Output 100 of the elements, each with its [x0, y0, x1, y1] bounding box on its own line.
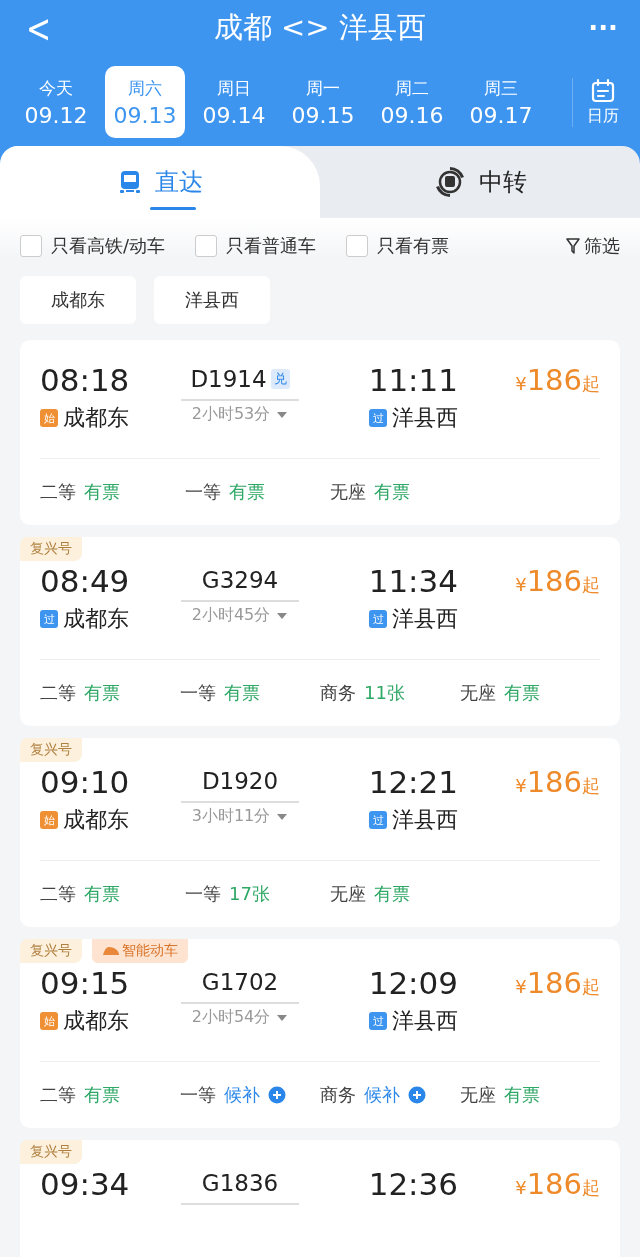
train-card[interactable]: 复兴号 08:49 过 成都东 G3294 2小时45分 11:34 过 洋县西 ¥186起 二等 有票 一等 有票 商务 11张 无座 有票 — [20, 537, 620, 726]
train-number: G3294 — [201, 567, 279, 593]
station-badge: 过 — [369, 610, 387, 628]
route-title: 成都 <> 洋县西 — [213, 9, 426, 46]
arrival-time: 11:34 — [368, 562, 458, 601]
train-icon — [117, 169, 143, 195]
train-tag: 复兴号 — [20, 939, 82, 963]
train-number: D1920 — [201, 768, 279, 794]
seat-status: 11张 — [364, 681, 405, 705]
checkbox[interactable] — [195, 235, 218, 257]
departure-station: 成都东 — [63, 605, 129, 633]
filter-label: 只看普通车 — [226, 234, 317, 258]
seat-status: 有票 — [84, 1083, 120, 1107]
seat-class: 无座 — [330, 480, 366, 504]
train-card[interactable]: 复兴号 智能动车 09:15 始 成都东 G1702 2小时54分 12:09 过 洋县西 ¥186起 二等 有票 一等 候补 商务 候补 无座 有票 — [20, 939, 620, 1128]
seat-class: 二等 — [40, 480, 76, 504]
seat-status: 有票 — [374, 480, 410, 504]
filter-label: 只看有票 — [377, 234, 450, 258]
station-badge: 过 — [369, 409, 387, 427]
arrival-time: 12:09 — [368, 964, 458, 1003]
station-badge: 过 — [369, 811, 387, 829]
caret-icon — [276, 410, 289, 419]
date-tab[interactable]: 周六 09.13 — [105, 66, 185, 138]
station-badge: 始 — [40, 811, 58, 829]
seat-status: 候补 — [364, 1083, 400, 1107]
date-tab[interactable]: 周三 09.17 — [461, 66, 541, 138]
route-tab[interactable]: 直达 — [0, 146, 320, 218]
train-tag: 复兴号 — [20, 1140, 82, 1164]
checkbox[interactable] — [346, 235, 369, 257]
filter-button[interactable]: 筛选 — [566, 234, 620, 258]
price: ¥186起 — [515, 563, 600, 600]
train-icon — [102, 946, 120, 956]
plus-icon[interactable] — [408, 1086, 426, 1104]
station-badge: 始 — [40, 1012, 58, 1030]
seat-status: 有票 — [84, 480, 120, 504]
seat-status: 有票 — [504, 681, 540, 705]
arrival-station: 洋县西 — [392, 404, 458, 432]
date-tab[interactable]: 周一 09.15 — [283, 66, 363, 138]
departure-time: 09:34 — [40, 1165, 131, 1204]
plus-icon[interactable] — [268, 1086, 286, 1104]
duration: 2小时54分 — [191, 1007, 271, 1028]
seat-status: 有票 — [374, 882, 410, 906]
seat-class: 无座 — [330, 882, 366, 906]
seat-status: 有票 — [84, 882, 120, 906]
calendar-icon — [589, 77, 616, 104]
calendar-button[interactable]: 日历 — [572, 77, 632, 127]
departure-time: 08:18 — [40, 361, 131, 400]
checkbox[interactable] — [20, 235, 42, 257]
price: ¥186起 — [515, 362, 600, 399]
more-button[interactable]: ··· — [588, 13, 618, 43]
train-tag: 复兴号 — [20, 537, 82, 561]
date-tab[interactable]: 周二 09.16 — [372, 66, 452, 138]
route-tab[interactable]: 中转 — [320, 146, 640, 218]
price: ¥186起 — [515, 1166, 600, 1203]
arrival-station: 洋县西 — [392, 806, 458, 834]
seat-status: 候补 — [224, 1083, 260, 1107]
arrival-station: 洋县西 — [392, 605, 458, 633]
back-button[interactable]: < — [26, 5, 52, 51]
train-number: G1836 — [201, 1170, 279, 1196]
departure-station: 成都东 — [63, 806, 129, 834]
departure-time: 09:15 — [40, 964, 131, 1003]
station-badge: 过 — [40, 610, 58, 628]
seat-class: 商务 — [320, 681, 356, 705]
train-card[interactable]: 复兴号 09:34 G1836 12:36 ¥186起 — [20, 1140, 620, 1257]
exchange-badge: 兑 — [270, 369, 290, 389]
seat-class: 二等 — [40, 882, 76, 906]
date-tab[interactable]: 周日 09.14 — [194, 66, 274, 138]
caret-icon — [276, 611, 289, 620]
train-tag: 智能动车 — [92, 939, 188, 963]
train-number: D1914 — [190, 366, 267, 392]
station-badge: 过 — [369, 1012, 387, 1030]
train-card[interactable]: 08:18 始 成都东 D1914 兑 2小时53分 11:11 过 洋县西 ¥186起 二等 有票 一等 有票 无座 有票 — [20, 340, 620, 525]
departure-time: 08:49 — [40, 562, 131, 601]
departure-station: 成都东 — [63, 1007, 129, 1035]
arrival-station: 洋县西 — [392, 1007, 458, 1035]
caret-icon — [276, 812, 289, 821]
caret-icon — [276, 1013, 289, 1022]
train-card[interactable]: 复兴号 09:10 始 成都东 D1920 3小时11分 12:21 过 洋县西 ¥186起 二等 有票 一等 17张 无座 有票 — [20, 738, 620, 927]
price: ¥186起 — [515, 764, 600, 801]
price: ¥186起 — [515, 965, 600, 1002]
seat-class: 一等 — [185, 882, 221, 906]
seat-class: 一等 — [180, 1083, 216, 1107]
station-chip[interactable]: 洋县西 — [154, 276, 270, 324]
train-tag: 复兴号 — [20, 738, 82, 762]
seat-class: 二等 — [40, 1083, 76, 1107]
seat-class: 一等 — [185, 480, 221, 504]
seat-status: 有票 — [504, 1083, 540, 1107]
seat-class: 一等 — [180, 681, 216, 705]
transfer-train-icon — [433, 165, 467, 199]
arrival-time: 11:11 — [368, 361, 458, 400]
seat-class: 二等 — [40, 681, 76, 705]
arrival-time: 12:36 — [368, 1165, 458, 1204]
funnel-icon — [566, 238, 580, 254]
station-chip[interactable]: 成都东 — [20, 276, 136, 324]
departure-station: 成都东 — [63, 404, 129, 432]
station-badge: 始 — [40, 409, 58, 427]
date-tab[interactable]: 今天 09.12 — [16, 66, 96, 138]
seat-class: 商务 — [320, 1083, 356, 1107]
seat-status: 17张 — [229, 882, 270, 906]
seat-status: 有票 — [229, 480, 265, 504]
